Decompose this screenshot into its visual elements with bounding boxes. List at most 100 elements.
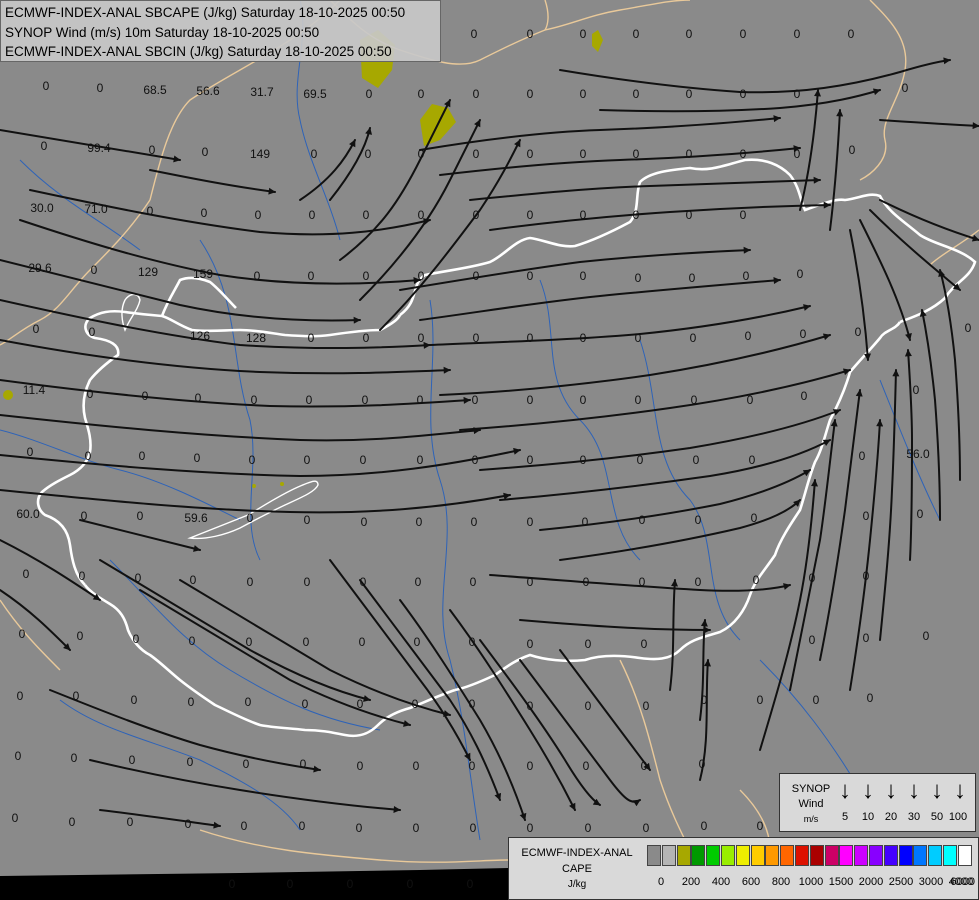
cin-value-label: 0 xyxy=(527,637,534,651)
cin-value-label: 29.6 xyxy=(28,261,52,275)
cin-value-label: 0 xyxy=(527,87,534,101)
cape-color-swatch xyxy=(957,845,972,866)
cin-value-label: 0 xyxy=(633,87,640,101)
cin-value-label: 0 xyxy=(302,697,309,711)
cin-value-label: 0 xyxy=(412,697,419,711)
cin-value-label: 0 xyxy=(472,453,479,467)
cape-tick-label: 600 xyxy=(741,876,761,888)
cin-value-label: 0 xyxy=(753,573,760,587)
cin-value-label: 0 xyxy=(691,393,698,407)
cin-value-label: 0 xyxy=(686,208,693,222)
wind-arrow-icon: ↓ xyxy=(885,777,897,804)
cin-value-label: 159 xyxy=(193,267,213,281)
cin-value-label: 0 xyxy=(194,451,201,465)
cin-value-label: 0 xyxy=(855,325,862,339)
wind-speed-label: 100 xyxy=(948,811,968,823)
cin-value-label: 0 xyxy=(757,819,764,833)
cape-color-swatch xyxy=(780,845,795,866)
cin-value-label: 0 xyxy=(580,331,587,345)
cin-value-label: 0 xyxy=(85,449,92,463)
cin-value-label: 0 xyxy=(149,143,156,157)
cin-value-label: 0 xyxy=(81,509,88,523)
cin-value-label: 0 xyxy=(809,571,816,585)
cin-value-label: 0 xyxy=(469,635,476,649)
cin-value-label: 0 xyxy=(91,263,98,277)
cin-value-label: 0 xyxy=(17,689,24,703)
cape-color-swatch xyxy=(883,845,898,866)
cape-patch xyxy=(252,484,256,488)
cin-value-label: 0 xyxy=(360,453,367,467)
cin-value-label: 0 xyxy=(635,331,642,345)
cin-value-label: 0 xyxy=(147,204,154,218)
cin-value-label: 0 xyxy=(813,693,820,707)
cin-value-label: 0 xyxy=(418,87,425,101)
cin-value-label: 0 xyxy=(299,819,306,833)
cape-tick-label: 400 xyxy=(711,876,731,888)
cin-value-label: 0 xyxy=(73,689,80,703)
cin-value-label: 0 xyxy=(135,571,142,585)
cape-color-swatch xyxy=(721,845,735,866)
cin-value-label: 0 xyxy=(366,87,373,101)
cin-value-label: 0 xyxy=(418,208,425,222)
map-title-box: ECMWF-INDEX-ANAL SBCAPE (J/kg) Saturday … xyxy=(0,0,441,62)
cape-color-swatch xyxy=(943,845,957,866)
cin-value-label: 0 xyxy=(467,877,474,891)
weather-map[interactable]: 0 0 0 0 0 0 0 0 0 0 68.5 56.6 31.7 69.5 0 0 0 0 0 0 0 0 0 0 0 99.… xyxy=(0,0,979,900)
cin-value-label: 0 xyxy=(414,635,421,649)
synop-wind-title: SYNOP Wind (m/s) 10m Saturday 18-10-2025… xyxy=(5,24,320,40)
cin-value-label: 0 xyxy=(127,815,134,829)
cin-value-label: 0 xyxy=(740,87,747,101)
wind-speed-label: 50 xyxy=(930,811,944,823)
cin-value-label: 0 xyxy=(794,87,801,101)
cin-value-label: 0 xyxy=(308,269,315,283)
cin-value-label: 60.0 xyxy=(16,507,40,521)
cin-value-label: 0 xyxy=(527,208,534,222)
cin-value-label: 0 xyxy=(585,821,592,835)
cin-value-label: 0 xyxy=(583,759,590,773)
cin-value-label: 0 xyxy=(415,575,422,589)
cin-value-label: 0 xyxy=(89,325,96,339)
cin-value-label: 0 xyxy=(469,759,476,773)
cin-value-label: 0 xyxy=(848,27,855,41)
cin-value-label: 0 xyxy=(582,515,589,529)
cape-patch xyxy=(3,390,13,400)
cin-value-label: 11.4 xyxy=(23,383,46,397)
wind-legend-label: SYNOP Wind m/s xyxy=(784,782,838,827)
cin-value-label: 0 xyxy=(583,575,590,589)
cin-value-label: 0 xyxy=(470,575,477,589)
cin-value-label: 0 xyxy=(913,383,920,397)
cin-value-label: 0 xyxy=(202,145,209,159)
cin-value-label: 0 xyxy=(304,513,311,527)
cin-value-label: 0 xyxy=(923,629,930,643)
wind-arrow-icon: ↓ xyxy=(931,777,943,804)
cin-value-label: 0 xyxy=(229,877,236,891)
cape-tick-label: 800 xyxy=(771,876,791,888)
cape-legend: ECMWF-INDEX-ANAL CAPE J/kg 0 200 400 600 800… xyxy=(508,837,979,900)
cin-value-label: 0 xyxy=(139,449,146,463)
cin-value-label: 0 xyxy=(43,79,50,93)
cin-value-label: 0 xyxy=(527,453,534,467)
sbcin-title: ECMWF-INDEX-ANAL SBCIN (J/kg) Saturday 1… xyxy=(5,44,392,59)
cin-value-label: 126 xyxy=(190,329,210,343)
cape-color-swatch xyxy=(661,845,676,866)
cin-value-label: 0 xyxy=(635,271,642,285)
cin-value-label: 0 xyxy=(794,27,801,41)
cin-value-label: 0 xyxy=(469,697,476,711)
cin-value-label: 0 xyxy=(357,697,364,711)
cin-value-label: 0 xyxy=(585,637,592,651)
cin-value-label: 0 xyxy=(71,751,78,765)
cin-value-label: 0 xyxy=(360,575,367,589)
cin-value-label: 0 xyxy=(801,389,808,403)
cin-value-label: 0 xyxy=(580,453,587,467)
cin-value-label: 0 xyxy=(965,321,972,335)
cin-value-label: 0 xyxy=(418,269,425,283)
cin-value-label: 0 xyxy=(361,515,368,529)
cin-value-label: 128 xyxy=(246,331,266,345)
cin-value-label: 0 xyxy=(643,821,650,835)
cin-value-label: 0 xyxy=(77,629,84,643)
cin-value-label: 129 xyxy=(138,265,158,279)
cin-value-label: 0 xyxy=(580,87,587,101)
wind-legend-title: SYNOP xyxy=(791,783,831,795)
cin-value-label: 0 xyxy=(639,513,646,527)
cape-color-swatch xyxy=(706,845,721,866)
